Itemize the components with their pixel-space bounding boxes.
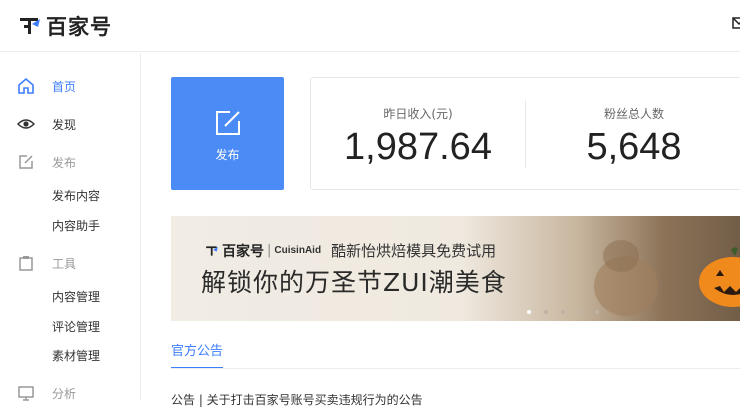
baijiahao-logo-icon — [206, 245, 218, 256]
banner-title: 解锁你的万圣节ZUI潮美食 — [201, 268, 507, 297]
publish-label: 发布 — [215, 148, 240, 162]
publish-button[interactable]: 发布 — [171, 77, 284, 190]
stats-card: 昨日收入(元) 1,987.64 粉丝总人数 5,648 — [310, 77, 740, 190]
sidebar-item-label: 分析 — [52, 386, 77, 401]
stat-value: 5,648 — [586, 126, 682, 168]
sidebar-item-discover[interactable]: 发现 — [0, 110, 140, 138]
banner-partner: CuisinAid — [274, 245, 322, 256]
edit-icon — [19, 155, 33, 169]
sidebar-group-analytics[interactable]: 分析 — [0, 379, 140, 407]
top-bar: 百家号 — [0, 0, 740, 52]
stat-value: 1,987.64 — [344, 126, 492, 168]
sidebar-item-label: 发现 — [52, 117, 77, 132]
tab-divider — [171, 368, 740, 369]
clipboard-icon — [19, 256, 33, 271]
sidebar-item-content-assistant[interactable]: 内容助手 — [0, 211, 140, 239]
eye-icon — [17, 119, 35, 129]
bread-illustration — [594, 240, 658, 316]
sidebar-item-label: 首页 — [52, 79, 77, 94]
sidebar-group-publish[interactable]: 发布 — [0, 148, 140, 176]
announcement-tabs: 官方公告 — [171, 340, 224, 369]
mail-icon[interactable] — [732, 16, 740, 30]
sidebar-item-content-management[interactable]: 内容管理 — [0, 282, 140, 310]
monitor-icon — [18, 386, 34, 401]
banner-brand-row: 百家号 | CuisinAid 酷新怡烘焙模具免费试用 — [205, 240, 496, 261]
carousel-dot[interactable] — [561, 310, 565, 314]
banner-tagline: 酷新怡烘焙模具免费试用 — [331, 242, 497, 260]
banner-separator: | — [267, 243, 272, 258]
sidebar-item-comment-management[interactable]: 评论管理 — [0, 312, 140, 340]
sidebar-item-asset-management[interactable]: 素材管理 — [0, 341, 140, 369]
logo[interactable]: 百家号 — [18, 11, 112, 41]
sidebar-item-label: 评论管理 — [52, 319, 101, 334]
carousel-dot[interactable] — [595, 310, 599, 314]
carousel-dot[interactable] — [544, 310, 548, 314]
sidebar-group-tools[interactable]: 工具 — [0, 249, 140, 277]
banner-brand: 百家号 — [222, 243, 264, 260]
brand-name: 百家号 — [46, 15, 112, 39]
sidebar-item-label: 发布 — [52, 155, 77, 170]
baijiahao-logo-icon — [20, 18, 40, 34]
pumpkin-illustration — [699, 247, 740, 307]
sidebar-item-label: 工具 — [52, 256, 77, 271]
sidebar: 首页 发现 发布 发布内容 内容助手 工具 内容管理 评论管理 素材管理 分析 — [0, 53, 141, 401]
sidebar-item-label: 素材管理 — [52, 348, 101, 363]
home-icon — [18, 77, 34, 94]
edit-icon — [215, 111, 240, 135]
tab-official-announcement[interactable]: 官方公告 — [171, 340, 224, 369]
sidebar-item-label: 内容助手 — [52, 218, 101, 233]
sidebar-item-label: 发布内容 — [52, 188, 101, 203]
sidebar-item-label: 内容管理 — [52, 289, 101, 304]
sidebar-item-publish-content[interactable]: 发布内容 — [0, 181, 140, 209]
carousel-dots[interactable] — [527, 310, 612, 314]
stat-label: 昨日收入(元) — [383, 107, 453, 121]
promo-banner[interactable]: 百家号 | CuisinAid 酷新怡烘焙模具免费试用 解锁你的万圣节ZUI潮美… — [171, 216, 740, 321]
stat-label: 粉丝总人数 — [603, 107, 664, 121]
sidebar-item-home[interactable]: 首页 — [0, 72, 140, 100]
stat-total-followers[interactable]: 粉丝总人数 5,648 — [526, 78, 740, 189]
stat-yesterday-income[interactable]: 昨日收入(元) 1,987.64 — [311, 78, 525, 189]
carousel-dot[interactable] — [527, 310, 531, 314]
carousel-dot[interactable] — [578, 310, 582, 314]
